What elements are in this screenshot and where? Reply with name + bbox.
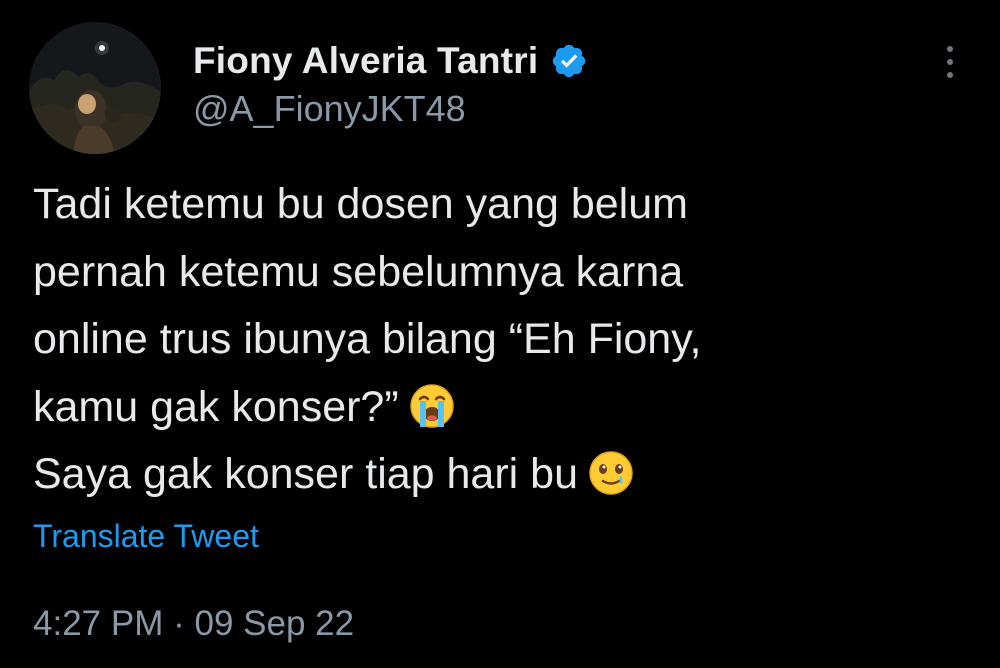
tweet-text-line: Tadi ketemu bu dosen yang belum [33,180,688,228]
more-vertical-icon [947,59,953,65]
author-display-name[interactable]: Fiony Alveria Tantri [193,40,538,82]
tweet-text-line: kamu gak konser?” [33,374,973,442]
more-options-button[interactable] [934,42,966,82]
tweet-text-line: Saya gak konser tiap hari bu [33,441,973,509]
tweet-text-line: pernah ketemu sebelumnya karna [33,247,684,296]
tweet-card: Fiony Alveria Tantri @A_FionyJKT48 Tadi … [0,0,1000,668]
translate-tweet-link[interactable]: Translate Tweet [33,518,259,555]
more-vertical-icon [947,72,953,78]
timestamp-separator: · [173,604,185,643]
avatar-photo [29,22,161,154]
more-vertical-icon [947,46,953,52]
tweet-text-line: online trus ibunya bilang “Eh Fiony, [33,315,702,363]
tweet-date: 09 Sep 22 [194,604,355,643]
author-handle[interactable]: @A_FionyJKT48 [193,88,466,130]
verified-badge-icon [550,42,588,80]
avatar[interactable] [29,22,161,154]
tweet-time: 4:27 PM [33,604,164,643]
author-name-row: Fiony Alveria Tantri [193,38,588,84]
face-holding-back-tears-emoji [588,449,634,495]
loudly-crying-face-emoji [409,382,455,428]
tweet-text: Tadi ketemu bu dosen yang belum pernah k… [33,171,973,509]
tweet-timestamp[interactable]: 4:27 PM · 09 Sep 22 [33,604,354,644]
